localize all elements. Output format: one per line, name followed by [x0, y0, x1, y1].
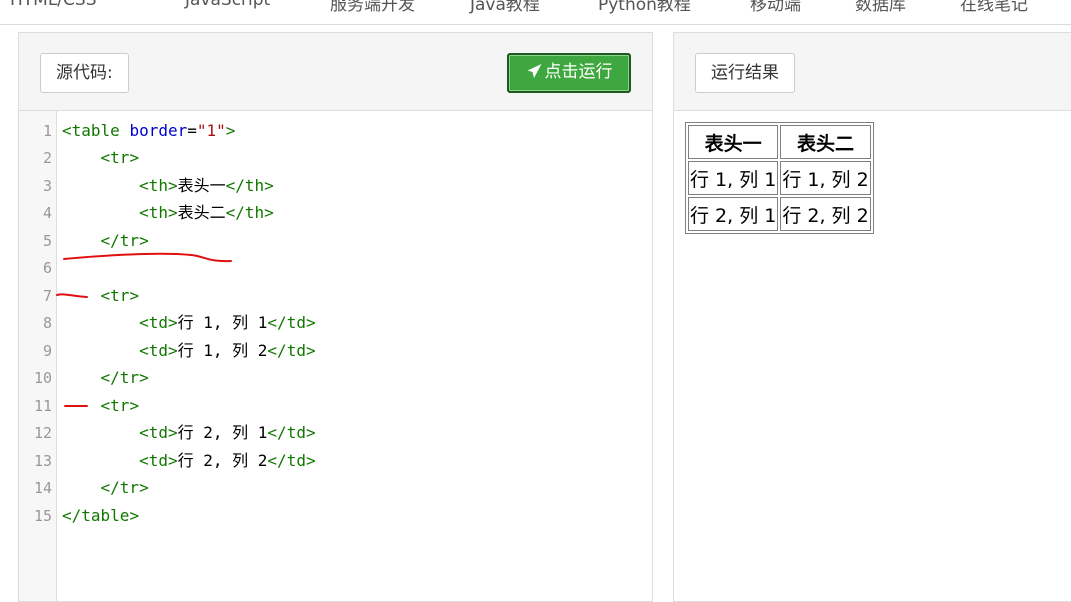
- line-number: 2: [42, 149, 52, 167]
- table-cell: 行 2, 列 1: [688, 197, 779, 231]
- line-number: 5: [42, 232, 52, 250]
- line-number: 8: [42, 314, 52, 332]
- result-panel-header: 运行结果: [674, 33, 1071, 111]
- nav-item-html-css[interactable]: HTML/CSS: [10, 0, 97, 10]
- code-line: </table>: [62, 506, 140, 525]
- code-line: <th>表头二</th>: [139, 203, 274, 222]
- code-line: <td>行 2, 列 1</td>: [139, 423, 316, 442]
- nav-item-server[interactable]: 服务端开发: [330, 0, 415, 15]
- paper-plane-icon: [527, 64, 541, 78]
- line-number: 7: [42, 287, 52, 305]
- nav-item-javascript[interactable]: JavaScript: [185, 0, 270, 10]
- line-number: 13: [33, 452, 52, 470]
- source-code-button[interactable]: 源代码:: [40, 53, 129, 93]
- code-line: </tr>: [100, 368, 149, 387]
- code-line: <table border="1">: [62, 121, 236, 140]
- code-line: <td>行 1, 列 2</td>: [139, 341, 316, 360]
- line-number: 14: [33, 479, 52, 497]
- run-button[interactable]: 点击运行: [507, 53, 631, 93]
- nav-item-python[interactable]: Python教程: [598, 0, 691, 15]
- table-row: 表头一 表头二: [688, 125, 871, 159]
- code-line: </tr>: [100, 231, 149, 250]
- source-panel: 源代码: 点击运行 1 2 3 4 5 6 7 8 9 10 11 12 13 …: [18, 32, 653, 602]
- table-row: 行 2, 列 1 行 2, 列 2: [688, 197, 871, 231]
- code-line: <td>行 2, 列 2</td>: [139, 451, 316, 470]
- line-number: 4: [42, 204, 52, 222]
- nav-item-notes[interactable]: 在线笔记: [960, 0, 1028, 15]
- code-line: <td>行 1, 列 1</td>: [139, 313, 316, 332]
- line-number: 11: [33, 397, 52, 415]
- code-editor[interactable]: 1 2 3 4 5 6 7 8 9 10 11 12 13 14 15 <tab…: [19, 111, 652, 601]
- result-table: 表头一 表头二 行 1, 列 1 行 1, 列 2 行 2, 列 1 行 2, …: [685, 122, 874, 234]
- code-line: </tr>: [100, 478, 149, 497]
- table-cell: 行 2, 列 2: [780, 197, 871, 231]
- line-number: 10: [33, 369, 52, 387]
- line-number: 9: [42, 342, 52, 360]
- annotation-underline: [63, 252, 232, 263]
- line-number: 3: [42, 177, 52, 195]
- table-header-cell: 表头二: [780, 125, 871, 159]
- table-cell: 行 1, 列 1: [688, 161, 779, 195]
- result-output: 表头一 表头二 行 1, 列 1 行 1, 列 2 行 2, 列 1 行 2, …: [674, 111, 1071, 601]
- top-navigation: HTML/CSS JavaScript 服务端开发 Java教程 Python教…: [0, 0, 1071, 25]
- table-header-cell: 表头一: [688, 125, 779, 159]
- source-panel-header: 源代码: 点击运行: [19, 33, 652, 111]
- run-result-button[interactable]: 运行结果: [695, 53, 795, 93]
- table-cell: 行 1, 列 2: [780, 161, 871, 195]
- line-number: 12: [33, 424, 52, 442]
- table-row: 行 1, 列 1 行 1, 列 2: [688, 161, 871, 195]
- line-number: 15: [33, 507, 52, 525]
- code-line: <tr>: [100, 286, 140, 305]
- nav-item-java[interactable]: Java教程: [470, 0, 540, 15]
- run-button-label: 点击运行: [544, 62, 613, 82]
- code-line: <th>表头一</th>: [139, 176, 274, 195]
- code-line: <tr>: [100, 396, 140, 415]
- code-line: <tr>: [100, 148, 140, 167]
- nav-item-mobile[interactable]: 移动端: [750, 0, 801, 15]
- line-number: 1: [42, 122, 52, 140]
- line-number: 6: [42, 259, 52, 277]
- result-panel: 运行结果 表头一 表头二 行 1, 列 1 行 1, 列 2 行 2, 列 1 …: [673, 32, 1071, 602]
- line-number-gutter: 1 2 3 4 5 6 7 8 9 10 11 12 13 14 15: [19, 111, 57, 601]
- nav-item-database[interactable]: 数据库: [855, 0, 906, 15]
